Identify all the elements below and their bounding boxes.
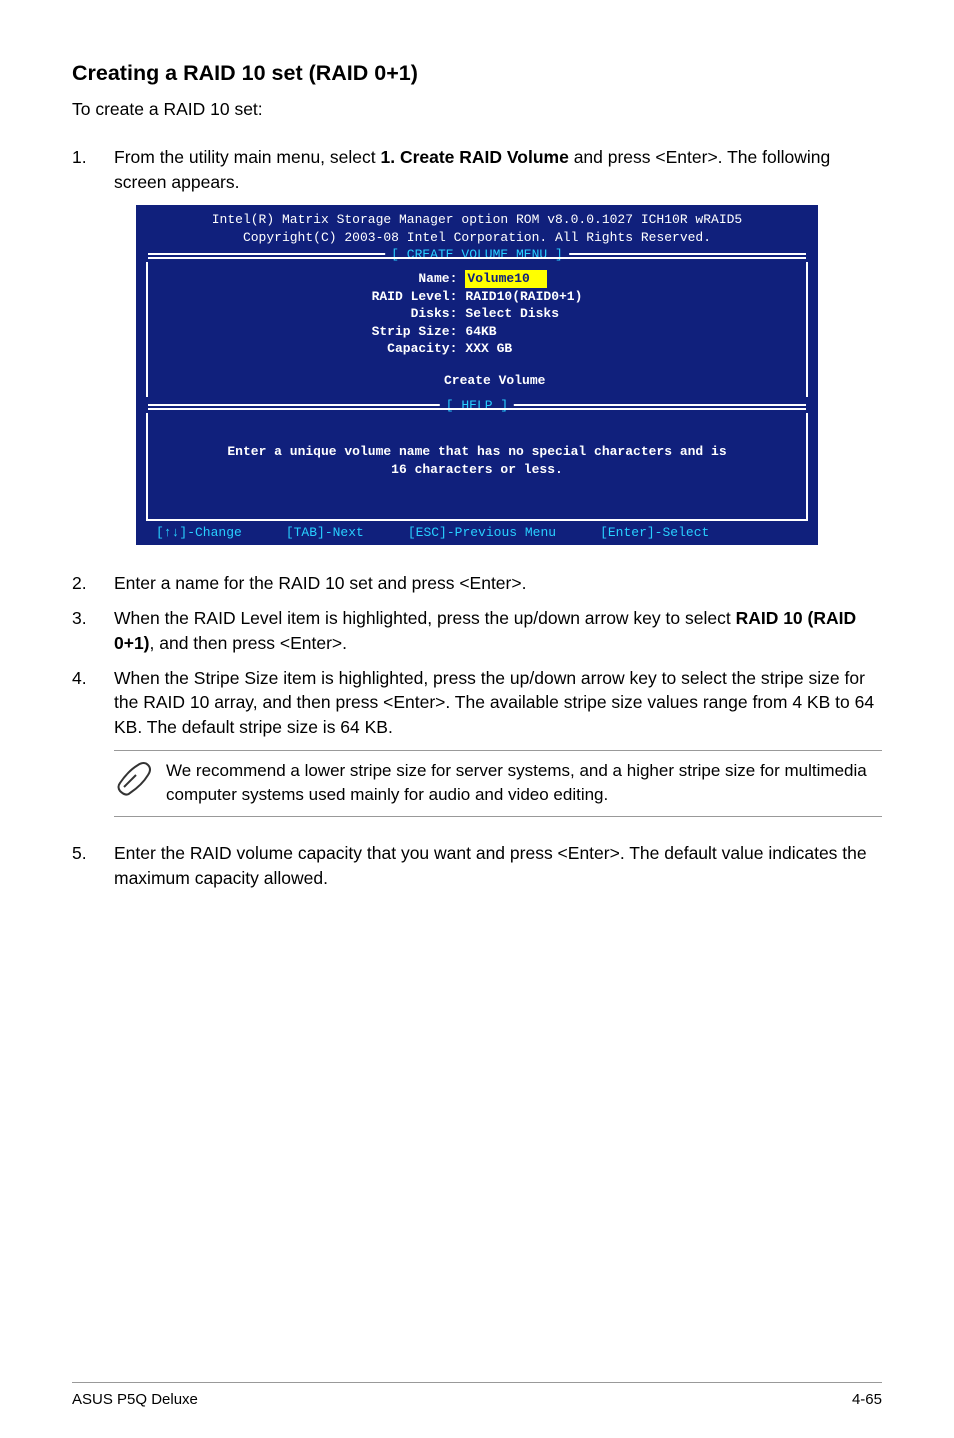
- field-raidlevel-label: RAID Level:: [368, 288, 462, 306]
- bios-fields: Name: Volume10 RAID Level: RAID10(RAID0+…: [368, 270, 587, 358]
- bios-header-2: Copyright(C) 2003-08 Intel Corporation. …: [144, 229, 810, 247]
- step-text: When the Stripe Size item is highlighted…: [114, 666, 882, 741]
- step-number: 3.: [72, 606, 114, 656]
- step-5: 5. Enter the RAID volume capacity that y…: [72, 841, 882, 891]
- note-text: We recommend a lower stripe size for ser…: [166, 759, 882, 806]
- field-disks-label: Disks:: [368, 305, 462, 323]
- step1-bold: 1. Create RAID Volume: [380, 147, 568, 167]
- field-capacity-value: XXX GB: [461, 340, 586, 358]
- bios-help-line2: 16 characters or less.: [158, 461, 796, 479]
- bios-header-1: Intel(R) Matrix Storage Manager option R…: [144, 211, 810, 229]
- bios-help-line1: Enter a unique volume name that has no s…: [158, 443, 796, 461]
- footer-left: ASUS P5Q Deluxe: [72, 1389, 198, 1410]
- bios-key-esc: [ESC]-Previous Menu: [408, 524, 556, 542]
- footer-right: 4-65: [852, 1389, 882, 1410]
- step3-part-b: , and then press <Enter>.: [150, 633, 348, 653]
- step-number: 5.: [72, 841, 114, 891]
- bios-create-volume: Create Volume: [148, 372, 806, 390]
- field-stripsize-label: Strip Size:: [368, 323, 462, 341]
- field-disks-value: Select Disks: [461, 305, 586, 323]
- bios-help-title: [ HELP ]: [440, 397, 514, 415]
- field-stripsize-value: 64KB: [461, 323, 586, 341]
- step-3: 3. When the RAID Level item is highlight…: [72, 606, 882, 656]
- bios-key-enter: [Enter]-Select: [600, 524, 709, 542]
- note-icon: [114, 759, 166, 801]
- bios-divider: [ HELP ]: [144, 400, 810, 413]
- step-text: When the RAID Level item is highlighted,…: [114, 606, 882, 656]
- note-box: We recommend a lower stripe size for ser…: [114, 750, 882, 817]
- step-text: Enter the RAID volume capacity that you …: [114, 841, 882, 891]
- field-capacity-label: Capacity:: [368, 340, 462, 358]
- step3-part-a: When the RAID Level item is highlighted,…: [114, 608, 736, 628]
- step-2: 2. Enter a name for the RAID 10 set and …: [72, 571, 882, 596]
- field-name-value: Volume10: [465, 270, 547, 288]
- step-text: From the utility main menu, select 1. Cr…: [114, 145, 882, 195]
- bios-divider: [ CREATE VOLUME MENU ]: [144, 249, 810, 262]
- bios-footer: [↑↓]-Change [TAB]-Next [ESC]-Previous Me…: [146, 519, 808, 546]
- bios-menu-title: [ CREATE VOLUME MENU ]: [385, 246, 569, 264]
- step-number: 1.: [72, 145, 114, 195]
- step-number: 2.: [72, 571, 114, 596]
- step-text: Enter a name for the RAID 10 set and pre…: [114, 571, 882, 596]
- field-raidlevel-value: RAID10(RAID0+1): [461, 288, 586, 306]
- step-number: 4.: [72, 666, 114, 741]
- step-1: 1. From the utility main menu, select 1.…: [72, 145, 882, 195]
- step1-part-a: From the utility main menu, select: [114, 147, 380, 167]
- bios-key-tab: [TAB]-Next: [286, 524, 364, 542]
- page-footer: ASUS P5Q Deluxe 4-65: [72, 1382, 882, 1410]
- section-heading: Creating a RAID 10 set (RAID 0+1): [72, 58, 882, 89]
- bios-key-updown: [↑↓]-Change: [156, 524, 242, 542]
- intro-text: To create a RAID 10 set:: [72, 97, 882, 122]
- field-name-label: Name:: [368, 270, 462, 288]
- step-4: 4. When the Stripe Size item is highligh…: [72, 666, 882, 741]
- bios-screenshot: Intel(R) Matrix Storage Manager option R…: [72, 205, 882, 545]
